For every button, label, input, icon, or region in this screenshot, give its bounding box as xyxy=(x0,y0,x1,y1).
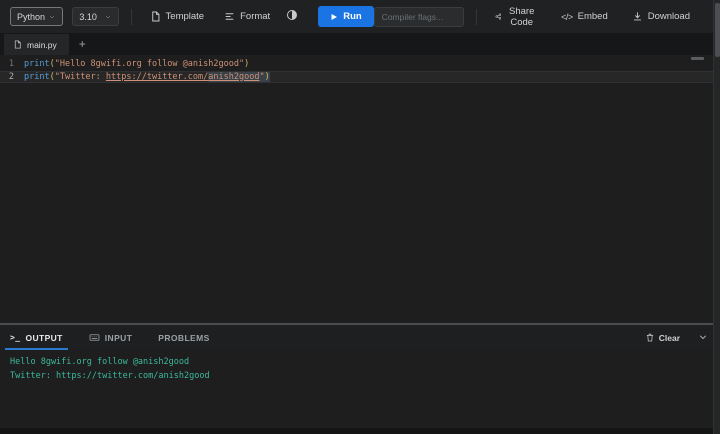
format-icon xyxy=(224,11,235,22)
keyboard-icon xyxy=(89,332,100,343)
play-icon xyxy=(330,13,338,21)
chevron-down-icon xyxy=(104,13,112,21)
run-button-label: Run xyxy=(343,11,361,22)
language-select-value: Python xyxy=(17,12,45,22)
output-panel-header: >_ OUTPUT INPUT PROBLEMS Clear xyxy=(0,325,720,350)
tab-problems-label: PROBLEMS xyxy=(158,333,209,343)
embed-label: Embed xyxy=(578,11,608,22)
add-file-button[interactable]: + xyxy=(69,34,96,55)
template-button-label: Template xyxy=(166,11,205,22)
theme-icon[interactable] xyxy=(282,5,302,28)
clear-button-label: Clear xyxy=(659,333,680,343)
share-icon xyxy=(495,11,502,22)
template-button[interactable]: Template xyxy=(144,7,211,26)
code-icon: </> xyxy=(561,12,573,22)
compiler-flags-input[interactable] xyxy=(374,7,464,27)
file-icon xyxy=(13,40,22,49)
code-line-current[interactable]: 2 print("Twitter: https://twitter.com/an… xyxy=(0,71,720,84)
token-string: "Hello 8gwifi.org follow @anish2good" xyxy=(55,59,244,69)
share-code-label: Share Code xyxy=(506,6,537,28)
line-number: 2 xyxy=(0,71,24,84)
clear-button[interactable]: Clear xyxy=(645,332,680,343)
tab-main-py-label: main.py xyxy=(27,40,57,50)
window-bottom-edge xyxy=(0,428,720,434)
file-tabbar: main.py + xyxy=(0,34,720,55)
editor-scrollbar-marker[interactable] xyxy=(691,57,704,60)
toolbar-divider xyxy=(476,9,477,25)
toolbar: Python 3.10 Template Format Run xyxy=(0,0,720,34)
share-code-button[interactable]: Share Code xyxy=(489,2,544,32)
toolbar-right-group: Share Code </> Embed Download xyxy=(489,2,696,32)
line-number: 1 xyxy=(0,58,24,71)
output-line: Hello 8gwifi.org follow @anish2good xyxy=(10,356,720,370)
chevron-down-icon xyxy=(48,13,56,21)
download-icon xyxy=(632,11,643,22)
code-editor[interactable]: 1 print("Hello 8gwifi.org follow @anish2… xyxy=(0,55,720,323)
online-compiler-app: Python 3.10 Template Format Run xyxy=(0,0,720,434)
code-line[interactable]: 1 print("Hello 8gwifi.org follow @anish2… xyxy=(0,58,720,71)
format-button[interactable]: Format xyxy=(218,7,276,26)
version-select-value: 3.10 xyxy=(79,12,97,22)
toolbar-divider xyxy=(131,9,132,25)
token-link-url[interactable]: https://twitter.com/ xyxy=(106,72,208,82)
tab-input-label: INPUT xyxy=(105,333,133,343)
panel-header-right: Clear xyxy=(645,325,710,350)
tab-output-label: OUTPUT xyxy=(25,333,62,343)
collapse-panel-button[interactable] xyxy=(696,328,710,347)
tab-output[interactable]: >_ OUTPUT xyxy=(10,325,63,350)
trash-icon xyxy=(645,332,655,343)
code-text: print("Hello 8gwifi.org follow @anish2go… xyxy=(24,58,249,71)
download-label: Download xyxy=(648,11,690,22)
code-text: print("Twitter: https://twitter.com/anis… xyxy=(24,71,270,84)
token-function: print xyxy=(24,72,50,82)
tab-input[interactable]: INPUT xyxy=(89,325,133,350)
page-scrollbar-thumb[interactable] xyxy=(715,3,720,57)
file-icon xyxy=(150,11,161,22)
token-string: "Twitter: xyxy=(55,72,106,82)
output-line: Twitter: https://twitter.com/anish2good xyxy=(10,370,720,384)
language-select[interactable]: Python xyxy=(10,7,63,26)
terminal-icon: >_ xyxy=(10,333,20,342)
token-link-word[interactable]: anish2good xyxy=(208,72,259,82)
token-paren: ) xyxy=(244,59,249,69)
plus-icon: + xyxy=(79,37,86,51)
tab-problems[interactable]: PROBLEMS xyxy=(158,325,209,350)
token-paren: ) xyxy=(265,72,270,82)
download-button[interactable]: Download xyxy=(626,7,696,26)
occurrence-highlight: anish2good") xyxy=(208,72,269,82)
chevron-down-icon xyxy=(698,332,708,342)
page-scrollbar[interactable] xyxy=(713,0,720,434)
run-button[interactable]: Run xyxy=(318,6,373,27)
embed-button[interactable]: </> Embed xyxy=(555,7,614,26)
token-function: print xyxy=(24,59,50,69)
tab-main-py[interactable]: main.py xyxy=(4,34,69,55)
format-button-label: Format xyxy=(240,11,270,22)
output-console[interactable]: Hello 8gwifi.org follow @anish2good Twit… xyxy=(0,350,720,434)
version-select[interactable]: 3.10 xyxy=(72,7,118,26)
